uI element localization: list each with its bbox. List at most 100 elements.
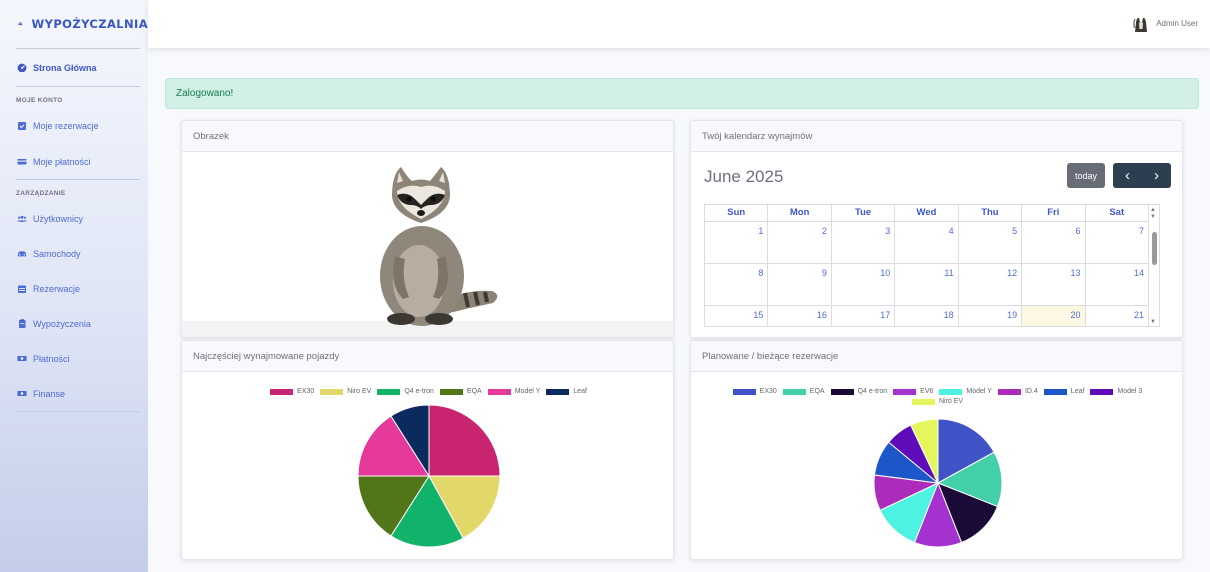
reservations-card: Planowane / bieżące rezerwacje EX30 EQA Q4… [690,340,1183,560]
legend-label: Model Y [514,388,541,395]
legend-item[interactable]: Leaf [546,388,587,395]
legend-item[interactable]: Model Y [939,388,992,395]
calendar-day[interactable]: 10 [832,264,896,305]
weekday-label: Thu [959,205,1023,221]
card-header: Planowane / bieżące rezerwacje [691,341,1182,372]
legend-item[interactable]: Q4 e-tron [377,388,434,395]
legend-label: EQA [466,388,482,395]
calendar-day[interactable]: 4 [895,222,959,263]
chart-legend: EX30 Niro EV Q4 e-tron EQA Model Y Leaf [202,388,655,395]
card-title: Najczęściej wynajmowane pojazdy [193,350,340,362]
sidebar-item-label: Wypożyczenia [33,318,91,329]
raccoon-image [380,167,498,326]
today-button[interactable]: today [1067,163,1105,188]
prev-month-button[interactable]: ‹ [1113,163,1142,188]
sidebar-item-cars[interactable]: Samochody [0,236,148,271]
calendar-day[interactable]: 17 [832,306,896,326]
legend-label: EQA [809,388,825,395]
legend-item[interactable]: Model 3 [1090,388,1142,395]
weekday-label: Sat [1086,205,1149,221]
legend-swatch [439,388,463,395]
legend-item[interactable]: Q4 e-tron [830,388,888,395]
calendar-icon [18,285,26,293]
legend-swatch [377,388,401,395]
calendar-day-today[interactable]: 20 [1022,306,1086,326]
section-heading-account: MOJE KONTO [16,96,63,104]
legend-item[interactable]: Niro EV [911,398,963,405]
calendar-day[interactable]: 8 [705,264,769,305]
calendar-day[interactable]: 21 [1086,306,1149,326]
sidebar-item-users[interactable]: Użytkownicy [0,201,148,236]
legend-label: EX30 [759,388,777,395]
scroll-down-icon[interactable]: ▼ [1150,214,1156,220]
legend-label: Model 3 [1117,388,1143,395]
weekday-label: Wed [895,205,959,221]
legend-swatch [911,398,935,405]
calendar-day[interactable]: 11 [895,264,959,305]
legend-swatch [487,388,511,395]
calendar-weekday-header: Sun Mon Tue Wed Thu Fri Sat [705,205,1149,222]
sidebar-divider [16,86,140,87]
card-header: Najczęściej wynajmowane pojazdy [182,341,673,372]
legend-label: Model Y [966,388,992,395]
legend-swatch [320,388,344,395]
calendar-day[interactable]: 13 [1022,264,1086,305]
calendar-day[interactable]: 5 [959,222,1023,263]
calendar-day[interactable]: 12 [959,264,1023,305]
calendar-day[interactable]: 7 [1086,222,1149,263]
legend-swatch [1043,388,1067,395]
calendar-day[interactable]: 1 [705,222,769,263]
calendar-day[interactable]: 15 [705,306,769,326]
calendar-day[interactable]: 14 [1086,264,1149,305]
legend-item[interactable]: ID.4 [997,388,1038,395]
sidebar-item-reservations[interactable]: Rezerwacje [0,271,148,306]
sidebar-item-label: Strona Główna [33,62,97,73]
sidebar-item-home[interactable]: Strona Główna [0,49,148,86]
card-title: Twój kalendarz wynajmów [702,130,813,142]
popular-vehicles-card: Najczęściej wynajmowane pojazdy EX30 Niro… [181,340,674,560]
legend-item[interactable]: EQA [782,388,825,395]
calendar-day[interactable]: 19 [959,306,1023,326]
scroll-down-icon[interactable]: ▼ [1150,319,1156,325]
calendar-day[interactable]: 2 [768,222,832,263]
legend-item[interactable]: EV6 [893,388,933,395]
sidebar-item-my-payments[interactable]: Moje płatności [0,144,148,179]
legend-swatch [893,388,917,395]
money-bill-wave-icon [17,356,27,361]
money-bill-wave-icon [17,391,27,396]
next-month-button[interactable]: › [1142,163,1171,188]
alert-text: Zalogowano! [176,88,234,99]
sidebar-item-finance[interactable]: Finanse [0,376,148,411]
scrollbar-thumb[interactable] [1152,232,1157,265]
pie-slice-ex30[interactable] [428,404,501,477]
legend-item[interactable]: Niro EV [320,388,371,395]
legend-item[interactable]: EX30 [270,388,314,395]
legend-item[interactable]: EQA [439,388,482,395]
legend-swatch [1090,388,1114,395]
legend-item[interactable]: Model Y [487,388,541,395]
calendar-week: 15 16 17 18 19 20 21 [705,306,1149,326]
calendar-day[interactable]: 18 [895,306,959,326]
legend-item[interactable]: EX30 [732,388,777,395]
calendar-day[interactable]: 3 [832,222,896,263]
user-menu[interactable]: Admin User [1132,14,1198,32]
legend-label: Q4 e-tron [857,388,888,395]
calendar-scrollbar[interactable]: ▲ ▼ ▼ [1149,205,1159,326]
calendar-week: 8 9 10 11 12 13 14 [705,264,1149,306]
sidebar-item-payments[interactable]: Płatności [0,341,148,376]
calendar-day[interactable]: 6 [1022,222,1086,263]
calendar-day[interactable]: 9 [768,264,832,305]
sidebar-item-rentals[interactable]: Wypożyczenia [0,306,148,341]
sidebar: WYPOŻYCZALNIA Strona Główna MOJE KONTO M… [0,0,148,572]
brand[interactable]: WYPOŻYCZALNIA [0,0,148,48]
legend-label: ID.4 [1024,388,1038,395]
calendar-day[interactable]: 16 [768,306,832,326]
brand-name: WYPOŻYCZALNIA [31,17,148,31]
legend-swatch [997,388,1021,395]
calendar-check-icon [18,122,26,130]
scroll-up-icon[interactable]: ▲ [1150,207,1156,213]
legend-swatch [546,388,570,395]
legend-label: Niro EV [347,388,372,395]
sidebar-item-my-reservations[interactable]: Moje rezerwacje [0,108,148,143]
legend-item[interactable]: Leaf [1043,388,1084,395]
